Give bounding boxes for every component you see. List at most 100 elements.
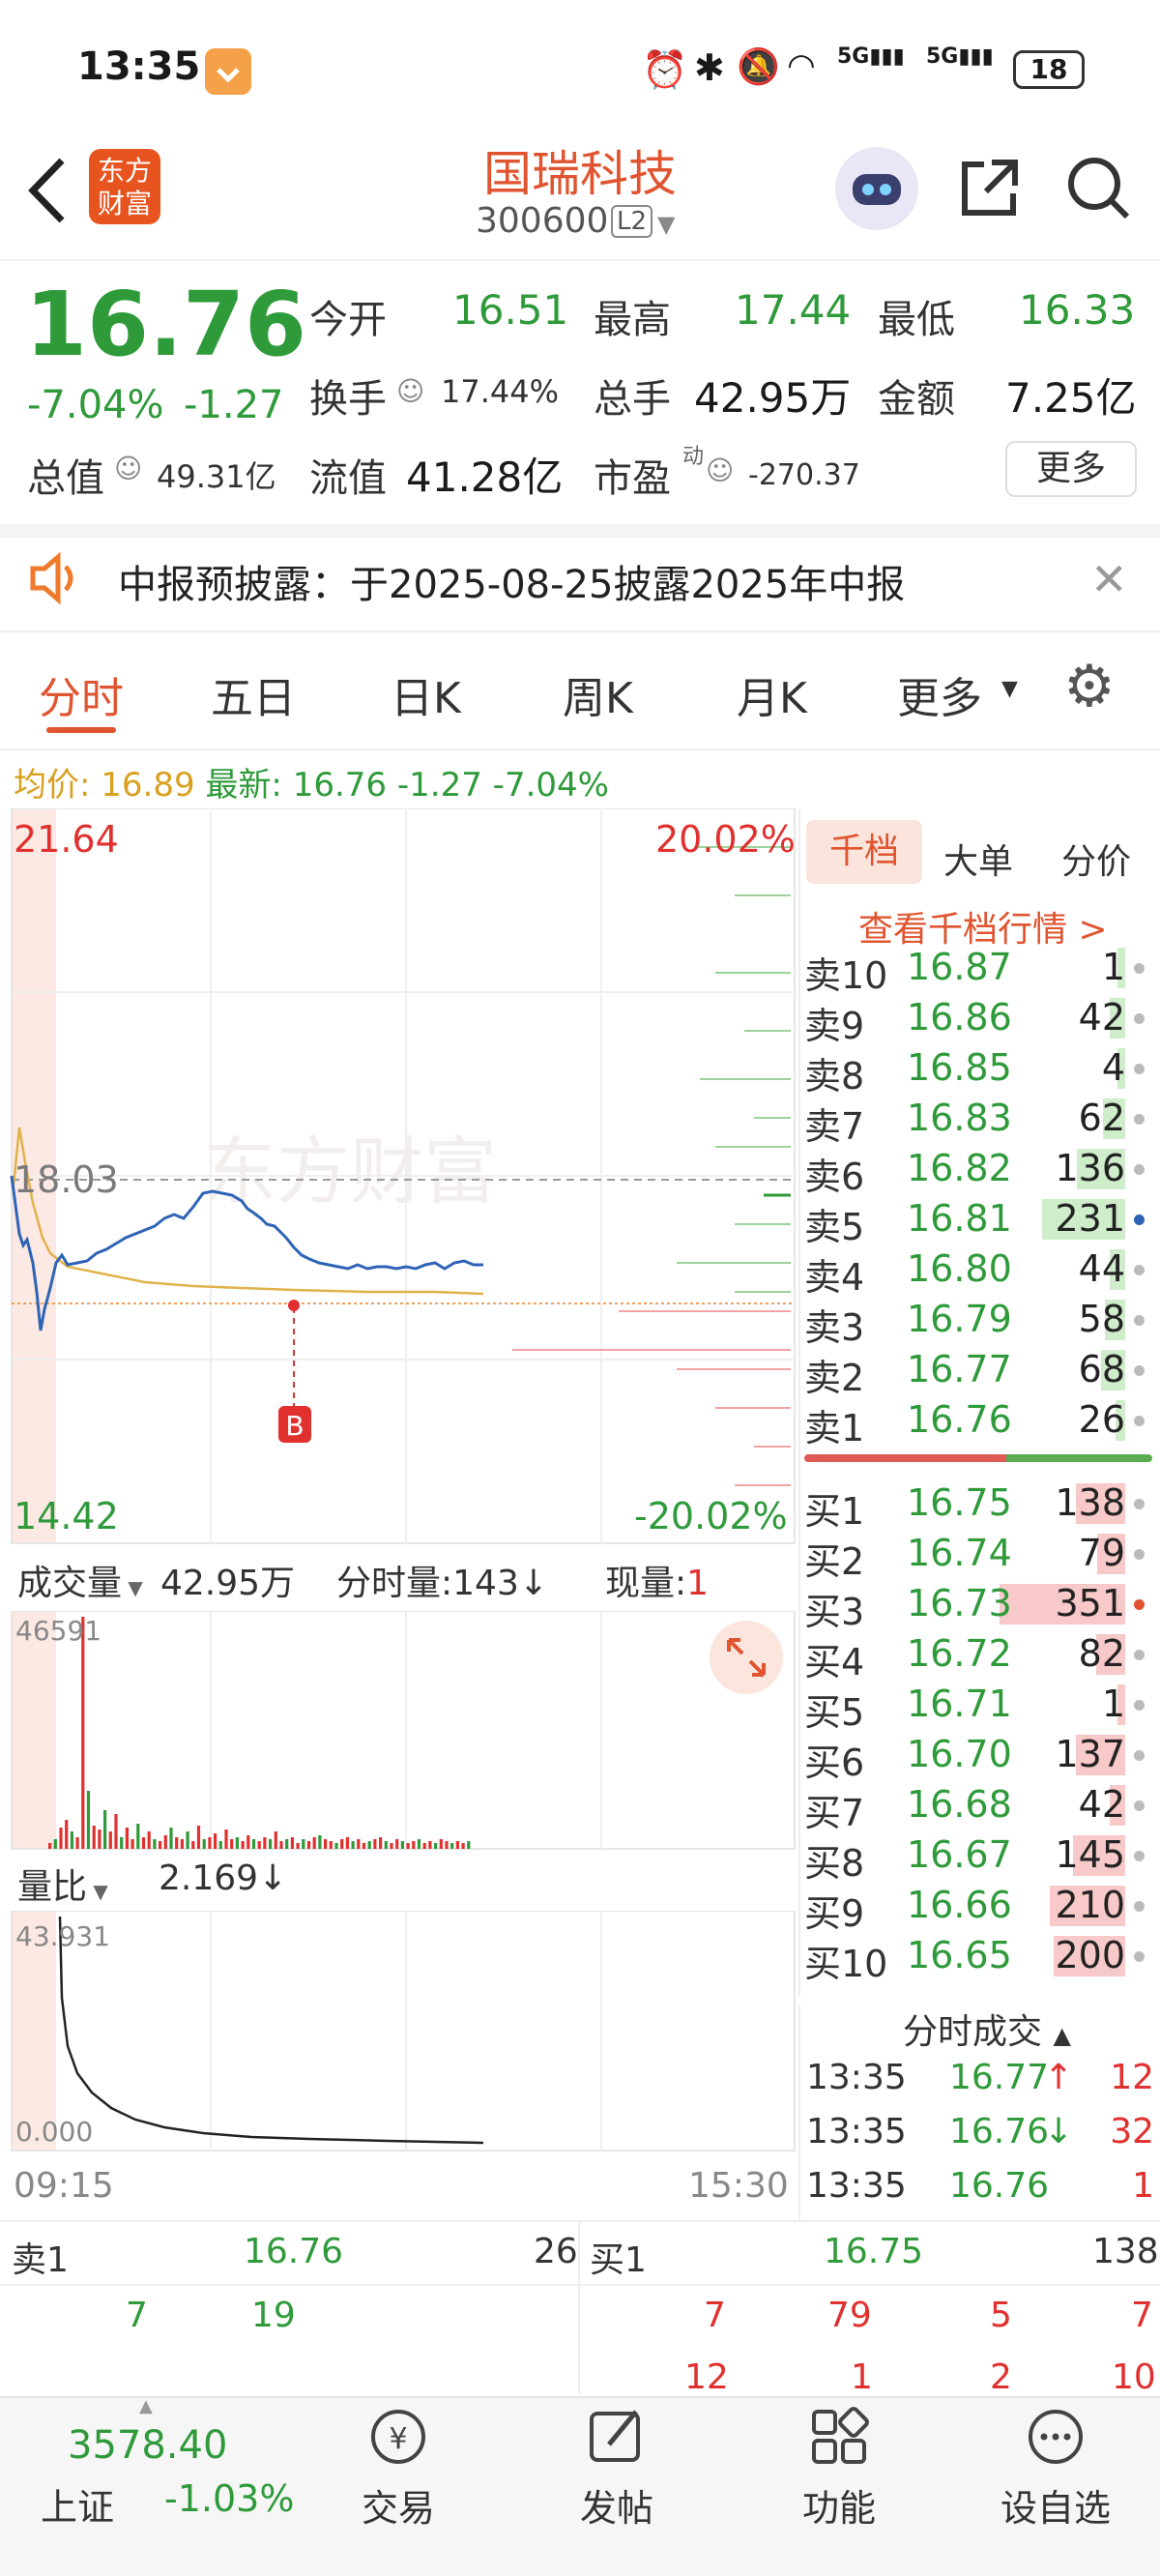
bid-row[interactable]: 买5 16.71 1 (804, 1679, 1152, 1734)
ratio-value: 2.169↓ (159, 1859, 287, 1898)
ratio-panel-selector[interactable]: 量比 ▼ (17, 1859, 108, 1909)
tab-intraday[interactable]: 分时 (39, 663, 124, 725)
info-icon[interactable]: ☺ (396, 375, 424, 407)
expand-button-bg[interactable] (710, 1621, 783, 1694)
bid-row[interactable]: 买1 16.75 138 (804, 1478, 1152, 1533)
ask-row[interactable]: 卖10 16.87 1 (804, 942, 1152, 997)
trade-direction-icon: ↓ (1044, 2112, 1074, 2152)
ask-row[interactable]: 卖1 16.76 26 (804, 1394, 1152, 1449)
ask-row[interactable]: 卖9 16.86 42 (804, 992, 1152, 1047)
bid-row[interactable]: 买2 16.74 79 (804, 1528, 1152, 1583)
volume-ratio-chart[interactable] (0, 1911, 798, 2152)
level-price: 16.66 (907, 1884, 1012, 1926)
volume-bar (246, 1835, 250, 1849)
volume-bar (379, 1837, 383, 1849)
bid-row[interactable]: 买10 16.65 200 (804, 1930, 1152, 1985)
robot-assistant-icon[interactable] (835, 147, 918, 230)
index-name[interactable]: 上证 (41, 2477, 114, 2531)
notice-text[interactable]: 中报预披露：于2025-08-25披露2025年中报 (118, 553, 905, 609)
bid-row[interactable]: 买8 16.67 145 (804, 1830, 1152, 1885)
tab-five-day[interactable]: 五日 (211, 663, 296, 725)
level-price: 16.65 (907, 1934, 1012, 1976)
buy-queue-item: 10 (1112, 2357, 1156, 2397)
level-price: 16.67 (907, 1833, 1012, 1876)
ask-row[interactable]: 卖2 16.77 68 (804, 1344, 1152, 1399)
volume-bar (125, 1828, 129, 1849)
level-price: 16.81 (907, 1197, 1012, 1240)
bid-row[interactable]: 买3 16.73 351 (804, 1578, 1152, 1633)
level-dot-icon (1134, 1499, 1145, 1509)
share-icon[interactable] (957, 155, 1023, 220)
info-icon[interactable]: ☺ (114, 453, 142, 484)
order-book-tab-price[interactable]: 分价 (1061, 834, 1131, 884)
order-book-divider (798, 808, 800, 2220)
volume-bar (163, 1835, 167, 1849)
volume-bar (439, 1839, 443, 1849)
trades-title[interactable]: 分时成交 ▲ (903, 2004, 1071, 2054)
index-value[interactable]: 3578.40 (68, 2423, 227, 2468)
ask-row[interactable]: 卖4 16.80 44 (804, 1244, 1152, 1299)
close-icon[interactable]: ✕ (1090, 553, 1128, 605)
bid-row[interactable]: 买4 16.72 82 (804, 1628, 1152, 1683)
wifi-icon: ◠ (787, 46, 816, 85)
tab-more-caret-icon[interactable]: ▼ (1001, 677, 1018, 701)
volume-bar (218, 1841, 222, 1849)
volume-bar (285, 1839, 289, 1849)
volume-bar (81, 1617, 85, 1849)
nav-post-label: 发帖 (579, 2487, 653, 2530)
search-icon[interactable] (1063, 153, 1133, 222)
volume-bar (434, 1843, 438, 1849)
chevron-down-icon[interactable]: ▼ (657, 211, 675, 238)
minute-volume: 分时量:143↓ (336, 1555, 548, 1605)
volume-bar (422, 1843, 426, 1849)
back-icon[interactable] (21, 155, 75, 226)
tab-daily-k[interactable]: 日K (391, 663, 461, 725)
grid-icon (812, 2407, 869, 2464)
float-cap-label: 流值 (309, 456, 387, 501)
nav-add-watchlist[interactable]: 设自选 (990, 2404, 1121, 2532)
avg-label: 均价: (14, 766, 91, 805)
ask-row[interactable]: 卖3 16.79 58 (804, 1294, 1152, 1349)
stock-code: 300600 (476, 201, 609, 241)
level-volume: 137 (1055, 1733, 1125, 1775)
ask-row[interactable]: 卖7 16.83 62 (804, 1093, 1152, 1148)
level-price: 16.82 (907, 1147, 1012, 1189)
volume-bar (114, 1814, 118, 1849)
buy-queue-item: 5 (990, 2296, 1012, 2335)
settings-gear-icon[interactable]: ⚙ (1063, 658, 1116, 716)
more-button[interactable]: 更多 (1005, 441, 1137, 497)
volume-chart[interactable] (0, 1611, 798, 1853)
level-price: 16.72 (907, 1632, 1012, 1675)
volume-bar (318, 1835, 322, 1849)
level-dot-icon (1134, 1064, 1145, 1074)
intraday-price-chart[interactable]: 东方财富 B (0, 808, 798, 1549)
tab-monthly-k[interactable]: 月K (737, 663, 807, 725)
tab-weekly-k[interactable]: 周K (563, 663, 633, 725)
info-icon[interactable]: ☺ (706, 454, 734, 486)
chart-bottom-price: 14.42 (14, 1495, 119, 1537)
ask-row[interactable]: 卖6 16.82 136 (804, 1143, 1152, 1198)
bid-row[interactable]: 买7 16.68 42 (804, 1779, 1152, 1834)
bluetooth-icon: ✱ (694, 46, 725, 89)
volume-bar (302, 1839, 305, 1849)
nav-add-watchlist-label: 设自选 (1000, 2487, 1111, 2530)
order-book-tab-depth[interactable]: 千档 (806, 820, 922, 884)
level-price: 16.74 (907, 1532, 1012, 1574)
level-price: 16.75 (907, 1481, 1012, 1524)
volume-panel-selector[interactable]: 成交量 ▼ (17, 1555, 143, 1605)
nav-post[interactable]: 发帖 (559, 2404, 675, 2532)
ask-row[interactable]: 卖8 16.85 4 (804, 1042, 1152, 1098)
volume-bar (345, 1837, 349, 1849)
index-change[interactable]: -1.03% (164, 2477, 294, 2520)
tab-more[interactable]: 更多 (897, 663, 982, 725)
ask-row[interactable]: 卖5 16.81 231 (804, 1193, 1152, 1248)
caret-up-icon[interactable]: ▲ (139, 2396, 153, 2416)
order-book-tab-large[interactable]: 大单 (943, 834, 1013, 884)
nav-trade[interactable]: ¥ 交易 (340, 2404, 456, 2532)
bid-row[interactable]: 买9 16.66 210 (804, 1880, 1152, 1935)
bid-row[interactable]: 买6 16.70 137 (804, 1729, 1152, 1784)
logo-line-1: 东方 (97, 155, 152, 187)
nav-functions[interactable]: 功能 (781, 2404, 897, 2532)
volume-bar (324, 1839, 328, 1849)
level-badge[interactable]: L2 (611, 205, 653, 238)
